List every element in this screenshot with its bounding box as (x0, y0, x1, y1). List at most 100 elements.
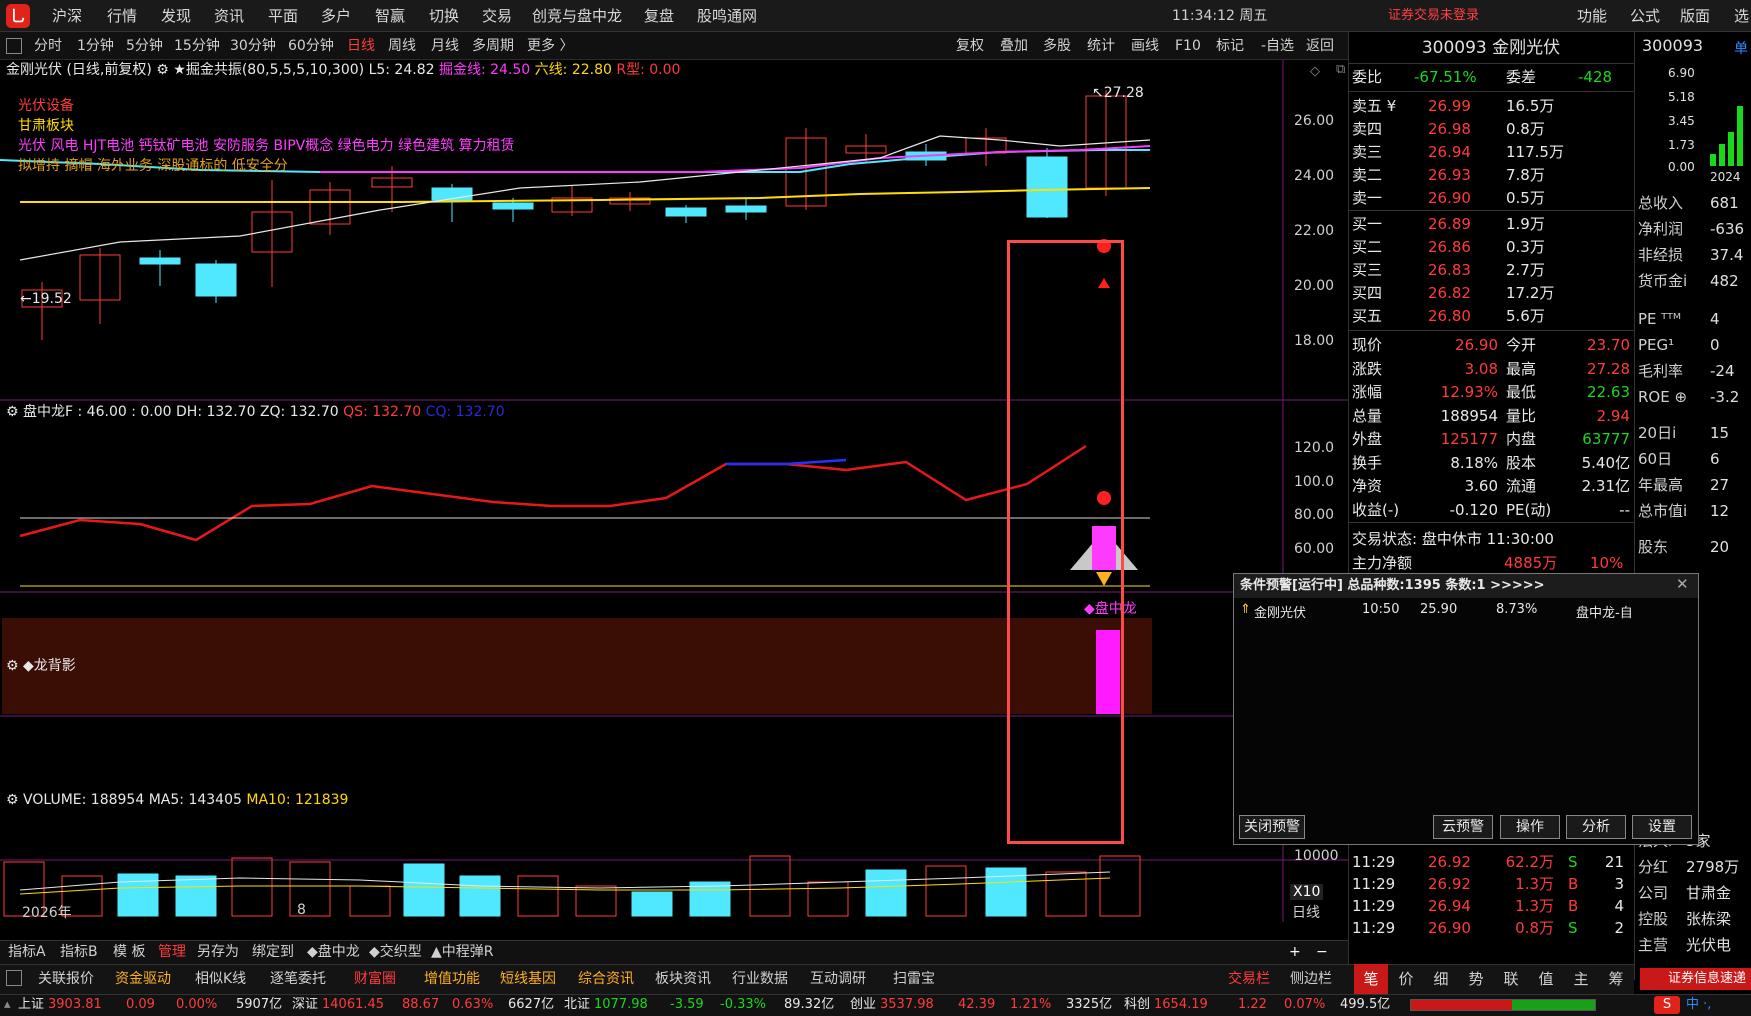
quote-tab[interactable]: 筹 (1599, 964, 1633, 994)
tick-row[interactable]: 11:29 26.94 1.3万 B 4 (1352, 895, 1632, 918)
menu-gongshi[interactable]: 公式 (1630, 0, 1660, 32)
fr-banner[interactable]: 证券信息速递 (1640, 968, 1751, 990)
diamond-icon[interactable]: ◇ (1310, 64, 1320, 79)
quote-tab[interactable]: 值 (1529, 964, 1563, 994)
ask-row[interactable]: 卖四 26.98 0.8万 (1352, 118, 1632, 141)
tag-industry[interactable]: 光伏设备 (18, 96, 74, 116)
ime-mode-icon[interactable]: 中 ·, (1686, 994, 1711, 1016)
alert-close-icon[interactable]: ✕ (1676, 575, 1689, 593)
tool-tongji[interactable]: 统计 (1087, 32, 1115, 60)
pzl-settings-icon[interactable]: ⚙ (6, 404, 23, 420)
zoom-out-icon[interactable]: − (1316, 940, 1328, 964)
tab-zhongcheng[interactable]: ▲中程弹R (431, 940, 494, 964)
quote-tab[interactable]: 价 (1389, 964, 1423, 994)
funcbar-toggle-icon[interactable] (6, 970, 22, 986)
quote-tab[interactable]: 主 (1564, 964, 1598, 994)
quote-tab[interactable]: 联 (1494, 964, 1528, 994)
func-industry-data[interactable]: 行业数据 (732, 964, 788, 994)
period-60min[interactable]: 60分钟 (288, 32, 334, 60)
tool-f10[interactable]: F10 (1175, 32, 1201, 60)
tick-row[interactable]: 11:29 26.92 62.2万 S 21 (1352, 851, 1632, 874)
tool-diejia[interactable]: 叠加 (1000, 32, 1028, 60)
menu-gongneng[interactable]: 功能 (1577, 0, 1607, 32)
menu-hangqing[interactable]: 行情 (107, 0, 137, 32)
alert-row[interactable]: ⇑ 金刚光伏 10:50 25.90 8.73% 盘中龙-自 (1240, 602, 1694, 622)
tab-indicator-a[interactable]: 指标A (8, 940, 46, 964)
index-name[interactable]: 科创 (1124, 994, 1150, 1016)
period-15min[interactable]: 15分钟 (174, 32, 220, 60)
func-minesweeper[interactable]: 扫雷宝 (893, 964, 935, 994)
tab-manage[interactable]: 管理 (158, 940, 186, 964)
ask-row[interactable]: 卖二 26.93 7.8万 (1352, 164, 1632, 187)
analyze-button[interactable]: 分析 (1566, 815, 1626, 839)
tab-indicator-b[interactable]: 指标B (60, 940, 98, 964)
quote-title[interactable]: 300093 金刚光伏 (1348, 32, 1634, 64)
menu-fupan[interactable]: 复盘 (644, 0, 674, 32)
tool-fanhui[interactable]: 返回 (1306, 32, 1334, 60)
index-name[interactable]: 深证 (292, 994, 318, 1016)
menu-jiaoyi[interactable]: 交易 (482, 0, 512, 32)
bid-row[interactable]: 买三 26.83 2.7万 (1352, 259, 1632, 282)
func-related-quote[interactable]: 关联报价 (38, 964, 94, 994)
func-news[interactable]: 综合资讯 (578, 964, 634, 994)
func-short-gene[interactable]: 短线基因 (500, 964, 556, 994)
index-name[interactable]: 北证 (564, 994, 590, 1016)
period-1min[interactable]: 1分钟 (77, 32, 114, 60)
index-name[interactable]: 上证 (18, 994, 44, 1016)
func-sector-news[interactable]: 板块资讯 (655, 964, 711, 994)
bid-row[interactable]: 买四 26.82 17.2万 (1352, 282, 1632, 305)
period-weekly[interactable]: 周线 (388, 32, 416, 60)
app-logo-icon[interactable]: 乚 (6, 4, 30, 28)
quote-tab[interactable]: 细 (1424, 964, 1458, 994)
ime-icon[interactable]: S (1654, 996, 1680, 1014)
ask-row[interactable]: 卖三 26.94 117.5万 (1352, 141, 1632, 164)
func-value-added[interactable]: 增值功能 (424, 964, 480, 994)
tag-features[interactable]: 拟增持 摘帽 海外业务 深股通标的 低安全分 (18, 156, 288, 176)
vol-settings-icon[interactable]: ⚙ (6, 792, 23, 808)
tab-jiaozhi[interactable]: ◆交织型 (369, 940, 422, 964)
menu-duohu[interactable]: 多户 (321, 0, 351, 32)
menu-zixun[interactable]: 资讯 (214, 0, 244, 32)
bid-row[interactable]: 买二 26.86 0.3万 (1352, 236, 1632, 259)
tool-biaoji[interactable]: 标记 (1216, 32, 1244, 60)
tool-fuquan[interactable]: 复权 (956, 32, 984, 60)
period-30min[interactable]: 30分钟 (230, 32, 276, 60)
tick-row[interactable]: 11:29 26.90 0.8万 S 2 (1352, 917, 1632, 940)
operate-button[interactable]: 操作 (1500, 815, 1560, 839)
menu-xuan[interactable]: 选 (1734, 0, 1749, 32)
settings-button[interactable]: 设置 (1632, 815, 1692, 839)
period-multi[interactable]: 多周期 (472, 32, 514, 60)
tab-bind-to[interactable]: 绑定到 (252, 940, 294, 964)
indicator-name[interactable]: ★掘金共振(80,5,5,5,10,300) (173, 62, 364, 78)
func-similar-k[interactable]: 相似K线 (195, 964, 246, 994)
menu-qiehuan[interactable]: 切换 (429, 0, 459, 32)
func-fund-drive[interactable]: 资金驱动 (115, 964, 171, 994)
tab-save-as[interactable]: 另存为 (197, 940, 239, 964)
tag-region[interactable]: 甘肃板块 (18, 116, 74, 136)
period-daily[interactable]: 日线 (347, 32, 375, 60)
tab-template[interactable]: 模 板 (113, 940, 145, 964)
menu-banmian[interactable]: 版面 (1680, 0, 1710, 32)
close-alert-button[interactable]: 关闭预警 (1239, 815, 1305, 839)
tool-zixuan[interactable]: -自选 (1261, 32, 1294, 60)
menu-faxian[interactable]: 发现 (161, 0, 191, 32)
period-monthly[interactable]: 月线 (431, 32, 459, 60)
index-arrow-icon[interactable]: ▴ (4, 994, 11, 1016)
period-more[interactable]: 更多 〉 (527, 32, 573, 60)
period-5min[interactable]: 5分钟 (126, 32, 163, 60)
cloud-alert-button[interactable]: 云预警 (1433, 815, 1493, 839)
period-fenshi[interactable]: 分时 (34, 32, 62, 60)
quote-tab[interactable]: 笔 (1354, 964, 1388, 994)
tool-duogu[interactable]: 多股 (1043, 32, 1071, 60)
func-trade-bar[interactable]: 交易栏 (1228, 964, 1270, 994)
menu-chuangjing[interactable]: 创竞与盘中龙 (532, 0, 622, 32)
index-name[interactable]: 创业 (850, 994, 876, 1016)
bid-row[interactable]: 买五 26.80 5.6万 (1352, 305, 1632, 328)
func-wealth-circle[interactable]: 财富圈 (354, 964, 396, 994)
menu-hushen[interactable]: 沪深 (52, 0, 82, 32)
tab-pzl[interactable]: ◆盘中龙 (307, 940, 360, 964)
trade-login-status[interactable]: 证券交易未登录 (1388, 0, 1479, 32)
func-survey[interactable]: 互动调研 (810, 964, 866, 994)
tick-row[interactable]: 11:29 26.92 1.3万 B 3 (1352, 873, 1632, 896)
menu-pingmian[interactable]: 平面 (268, 0, 298, 32)
